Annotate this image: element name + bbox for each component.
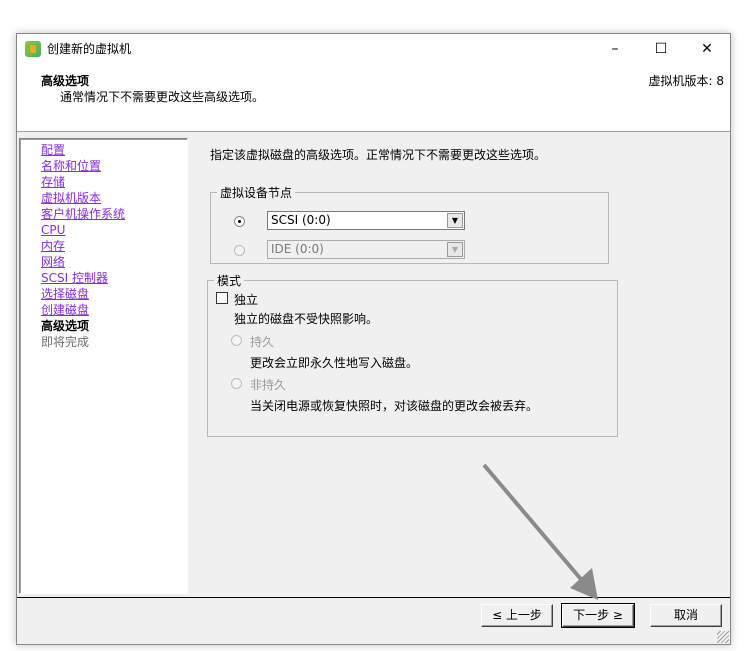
annotation-arrow-icon: [482, 463, 598, 600]
annotation-arrow-shaft: [482, 463, 587, 586]
